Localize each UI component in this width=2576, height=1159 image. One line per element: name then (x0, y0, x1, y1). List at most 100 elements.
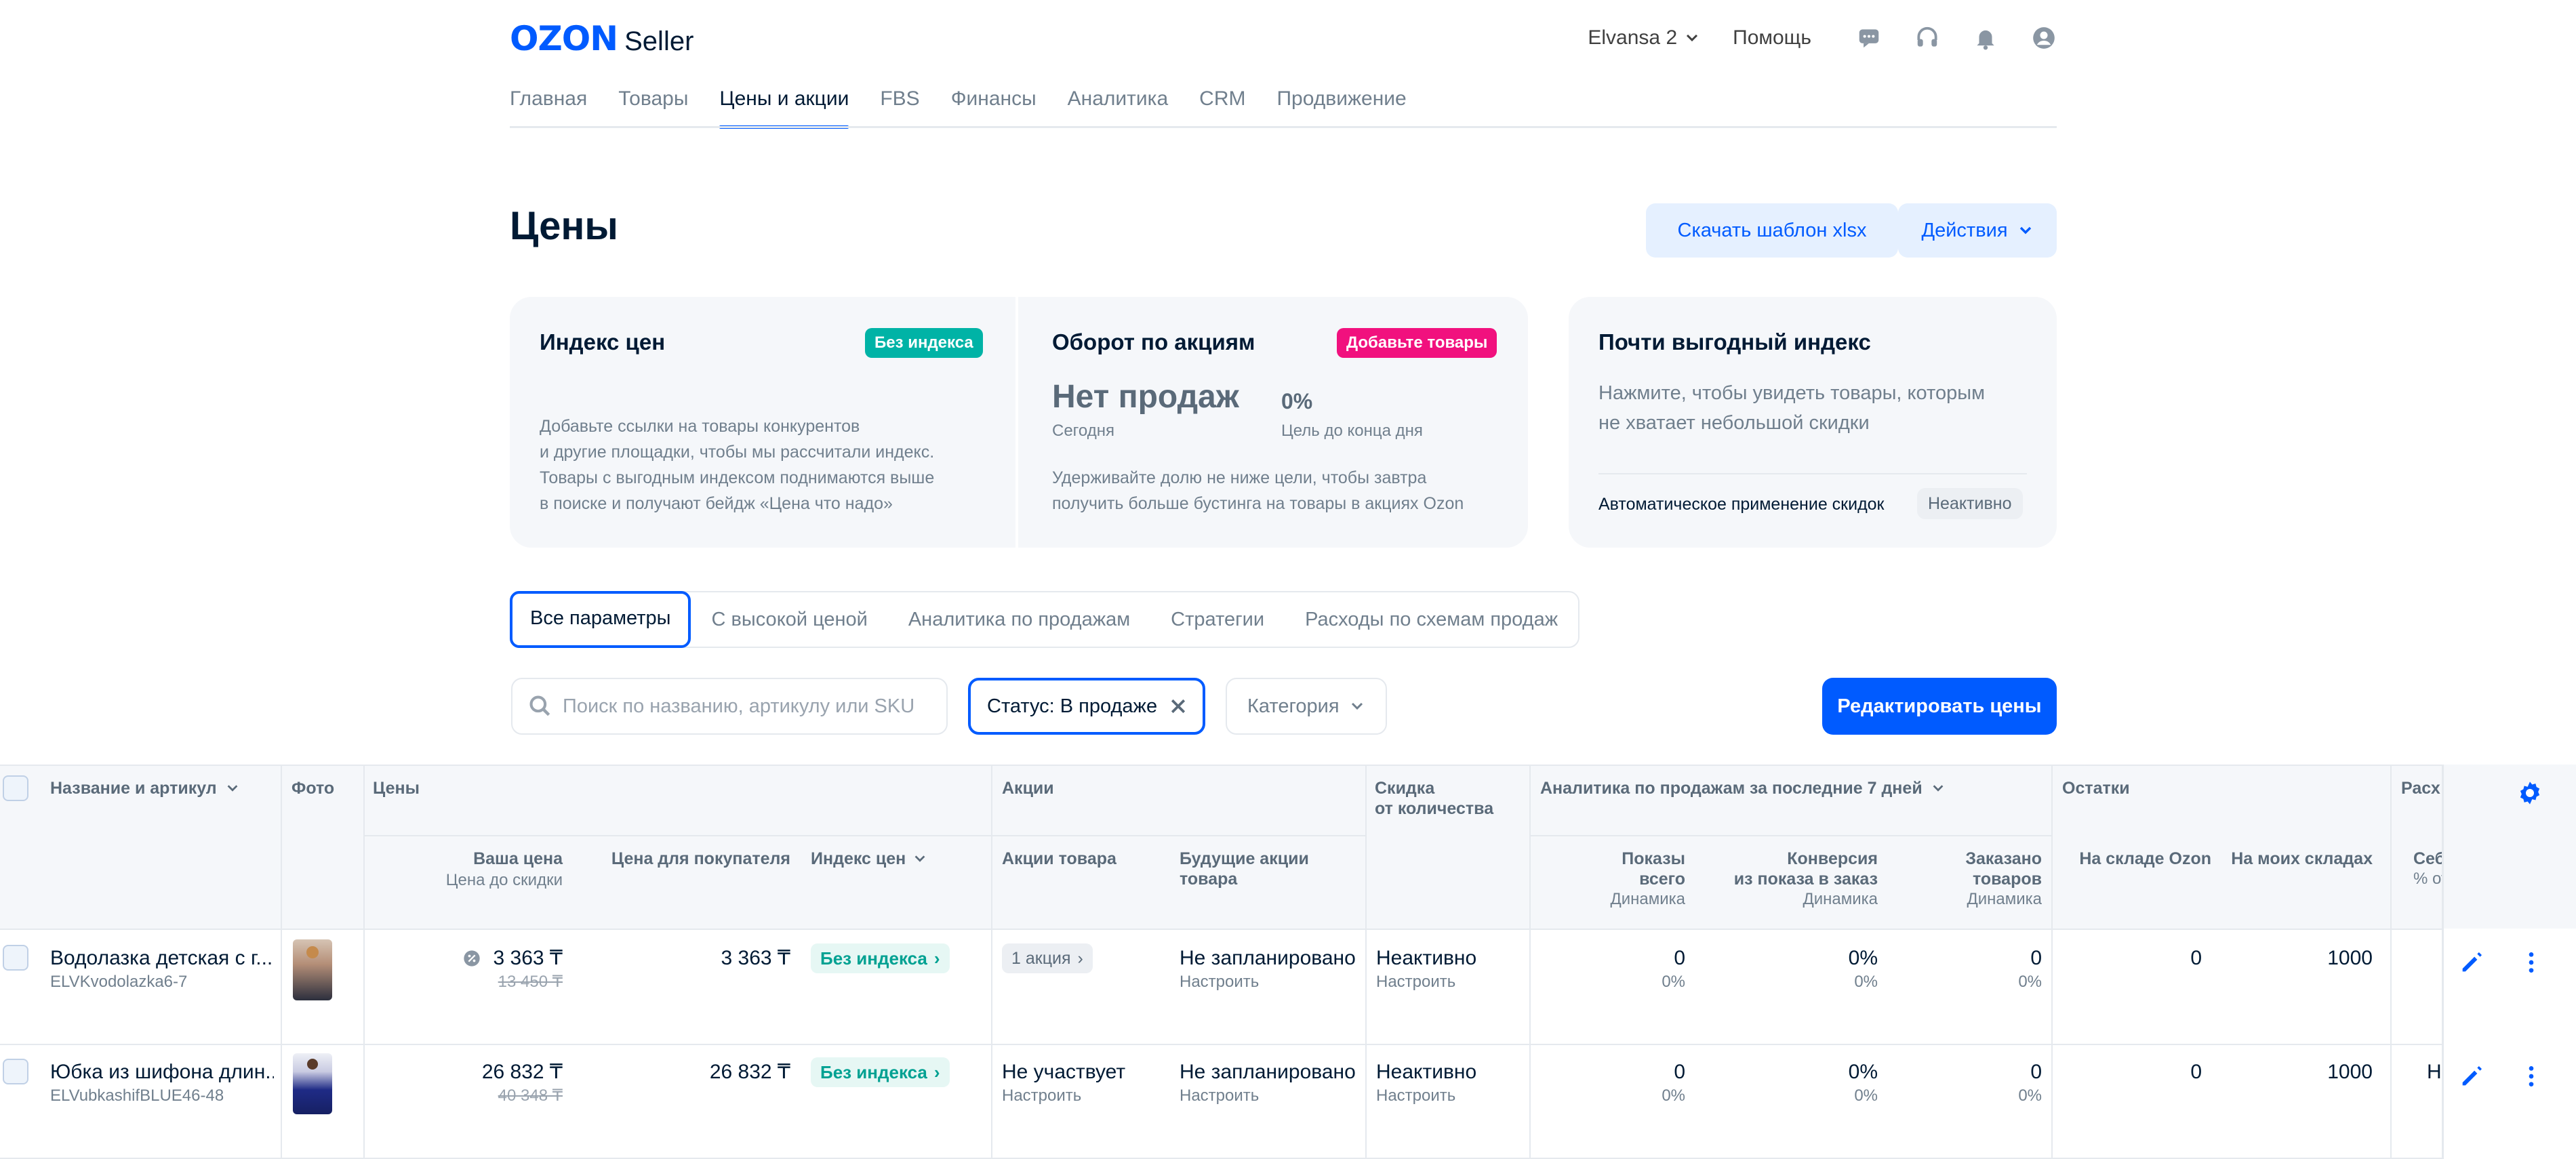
auto-discount-label: Автоматическое применение скидок (1598, 495, 1885, 514)
download-template-button[interactable]: Скачать шаблон xlsx (1646, 203, 1898, 258)
help-link[interactable]: Помощь (1733, 26, 1811, 49)
product-photo[interactable] (293, 1053, 332, 1114)
price-index-header[interactable]: Индекс цен (811, 849, 927, 869)
group-analytics-header[interactable]: Аналитика по продажам за последние 7 дне… (1540, 778, 1946, 798)
edit-pencil-icon[interactable] (2458, 1063, 2485, 1090)
category-filter[interactable]: Категория (1226, 678, 1387, 735)
ordered-dynamics: 0% (2018, 973, 2042, 991)
price-index-badge[interactable]: Без индекса › (811, 943, 950, 973)
product-name[interactable]: Водолазка детская с г... (50, 946, 274, 971)
nav-item-finance[interactable]: Финансы (951, 83, 1037, 127)
chevron-down-icon (1933, 785, 1944, 792)
header-line: % от (2413, 870, 2442, 888)
product-sku: ELVKvodolazka6-7 (50, 973, 188, 991)
row-checkbox[interactable] (3, 1059, 28, 1084)
qty-discount-setup-link[interactable]: Настроить (1376, 1086, 1455, 1106)
select-all-checkbox[interactable] (3, 775, 28, 801)
group-analytics-label: Аналитика по продажам за последние 7 дне… (1540, 779, 1923, 798)
row-divider (0, 929, 2443, 930)
your-price[interactable]: 3 363 ₸ (407, 946, 563, 971)
col-divider (1365, 765, 1367, 1159)
views-value: 0 (1674, 947, 1685, 969)
col-name-header[interactable]: Название и артикул (50, 778, 240, 798)
stock-mine-value: 1000 (2327, 1061, 2373, 1083)
no-index-badge: Без индекса (865, 328, 983, 358)
actions-dropdown-button[interactable]: Действия (1898, 203, 2057, 258)
more-vertical-icon[interactable] (2518, 949, 2545, 976)
desc-line: и другие площадки, чтобы мы рассчитали и… (540, 443, 935, 462)
almost-index-card[interactable]: Почти выгодный индекс Нажмите, чтобы уви… (1569, 297, 2057, 548)
tab-strategies[interactable]: Стратегии (1150, 592, 1285, 647)
close-icon[interactable] (1168, 696, 1188, 716)
price-index-title: Индекс цен (540, 329, 666, 354)
chevron-down-icon (2019, 226, 2031, 235)
future-promos-setup-link[interactable]: Настроить (1180, 1086, 1259, 1106)
promos-setup-link[interactable]: Настроить (1002, 1086, 1081, 1106)
category-label: Категория (1247, 695, 1340, 717)
desc-line: не хватает небольшой скидки (1598, 412, 1870, 434)
ordered-header: Заказано товаров Динамика (1905, 849, 2042, 910)
row-divider (991, 835, 1365, 836)
qty-discount-setup-link[interactable]: Настроить (1376, 972, 1455, 992)
stock-mine-header: На моих складах (2231, 849, 2373, 868)
group-stock-header: Остатки (2062, 779, 2130, 798)
logo-brand: OZON (510, 19, 618, 58)
tab-high-price[interactable]: С высокой ценой (691, 592, 887, 647)
auto-discount-status[interactable]: Неактивно (1917, 488, 2023, 519)
nav-item-fbs[interactable]: FBS (880, 83, 919, 127)
stock-mine-value: 1000 (2327, 947, 2373, 969)
product-photo[interactable] (293, 939, 332, 1000)
desc-line: в поиске и получают бейдж «Цена что надо… (540, 494, 893, 513)
price-index-badge[interactable]: Без индекса › (811, 1057, 950, 1087)
desc-line: Добавьте ссылки на товары конкурентов (540, 417, 860, 436)
tab-sales-analytics[interactable]: Аналитика по продажам (888, 592, 1150, 647)
future-promos-setup-link[interactable]: Настроить (1180, 972, 1259, 992)
your-price[interactable]: 26 832 ₸ (407, 1060, 563, 1084)
stock-ozon-value: 0 (2190, 1061, 2202, 1083)
views-value: 0 (1674, 1061, 1685, 1083)
search-box (511, 678, 948, 735)
edit-prices-button[interactable]: Редактировать цены (1822, 678, 2057, 735)
edit-pencil-icon[interactable] (2458, 949, 2485, 976)
product-promos-header: Акции товара (1002, 849, 1116, 868)
tab-expenses[interactable]: Расходы по схемам продаж (1285, 592, 1578, 647)
header-line: Себ (2413, 849, 2442, 868)
sales-label: Сегодня (1052, 422, 1114, 440)
nav-item-crm[interactable]: CRM (1199, 83, 1245, 127)
ozon-seller-logo[interactable]: OZON Seller (510, 19, 693, 60)
chevron-down-icon (914, 855, 925, 862)
price-index-description: Добавьте ссылки на товары конкурентов и … (540, 413, 1001, 516)
chat-icon[interactable] (1856, 25, 1882, 51)
header-line: Динамика (1610, 890, 1685, 908)
nav-item-main[interactable]: Главная (510, 83, 587, 127)
user-avatar-icon[interactable] (2031, 25, 2057, 51)
bell-icon[interactable] (1973, 25, 1998, 51)
nav-item-promotion[interactable]: Продвижение (1276, 83, 1406, 127)
account-switcher[interactable]: Elvansa 2 (1588, 26, 1700, 49)
account-name: Elvansa 2 (1588, 26, 1678, 49)
gear-icon[interactable] (2516, 779, 2543, 807)
index-label: Без индекса (820, 1062, 927, 1082)
search-input[interactable] (563, 695, 942, 718)
add-products-badge[interactable]: Добавьте товары (1337, 328, 1497, 358)
header-line: Скидка (1375, 779, 1435, 798)
header-line: Динамика (1967, 890, 2042, 908)
tab-all-parameters[interactable]: Все параметры (510, 591, 691, 648)
col-divider (2390, 765, 2392, 1159)
conversion-value: 0% (1848, 1061, 1878, 1083)
row-divider (363, 835, 991, 836)
more-vertical-icon[interactable] (2518, 1063, 2545, 1090)
stock-ozon-value: 0 (2190, 947, 2202, 969)
almost-index-title: Почти выгодный индекс (1598, 329, 1871, 354)
header-actions: Elvansa 2 Помощь (1588, 19, 2057, 57)
header-line: Динамика (1803, 890, 1878, 908)
nav-item-prices[interactable]: Цены и акции (719, 83, 849, 129)
nav-item-analytics[interactable]: Аналитика (1068, 83, 1169, 127)
nav-item-products[interactable]: Товары (618, 83, 688, 127)
buyer-price-header: Цена для покупателя (611, 849, 790, 868)
row-checkbox[interactable] (3, 945, 28, 971)
promos-count-badge[interactable]: 1 акция › (1002, 943, 1093, 973)
status-filter-chip[interactable]: Статус: В продаже (968, 678, 1205, 735)
product-name[interactable]: Юбка из шифона длин... (50, 1060, 274, 1084)
headset-icon[interactable] (1914, 25, 1940, 51)
